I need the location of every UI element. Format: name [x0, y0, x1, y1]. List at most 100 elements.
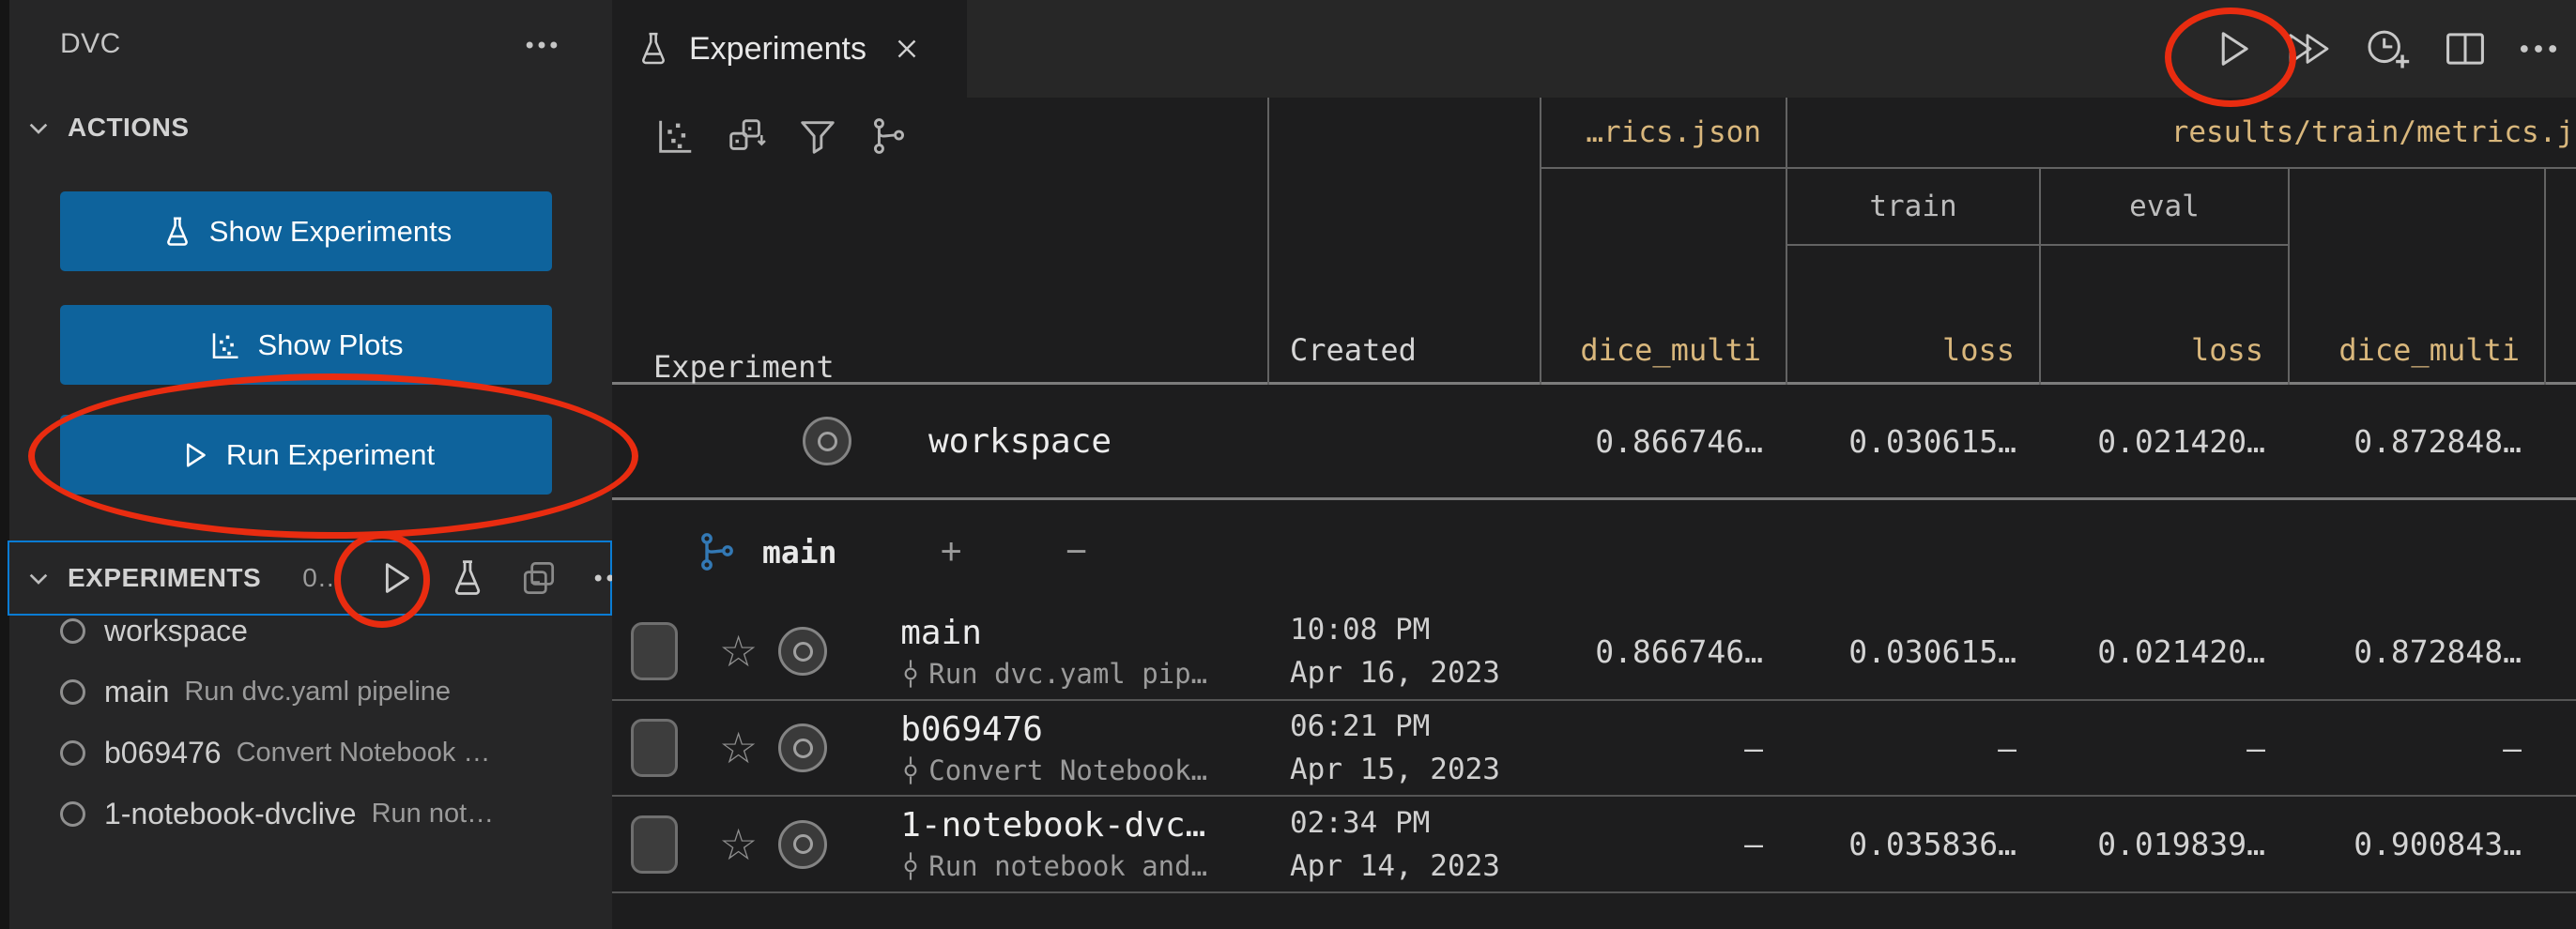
table-row-workspace[interactable]: workspace 0.866746… 0.030615… 0.021420… …: [612, 385, 2576, 497]
column-header-dice-multi-2[interactable]: dice_multi: [2290, 169, 2546, 385]
run-experiment-button[interactable]: Run Experiment: [60, 415, 552, 495]
sidebar-item-name: 1-notebook-dvclive: [104, 797, 357, 831]
sidebar-item-description: Run dvc.yaml pipeline: [184, 677, 451, 708]
beaker-icon: [161, 215, 194, 249]
run-experiment-icon[interactable]: [374, 556, 417, 600]
metric-value: –: [1541, 826, 1787, 862]
metric-value: 0.872848…: [2290, 633, 2546, 670]
metric-value: 0.035836…: [1787, 826, 2041, 862]
beaker-icon[interactable]: [447, 557, 488, 599]
row-checkbox[interactable]: [631, 622, 678, 680]
sidebar-item-b069476[interactable]: b069476 Convert Notebook …: [9, 723, 612, 783]
sidebar-item-description: Run not…: [372, 799, 495, 830]
close-icon[interactable]: [891, 33, 923, 65]
play-icon: [177, 438, 211, 472]
metric-value: 0.030615…: [1787, 633, 2041, 670]
metric-value: 0.866746…: [1541, 423, 1787, 460]
tab-label: Experiments: [689, 31, 866, 68]
metric-value: 0.021420…: [2041, 423, 2290, 460]
commit-message: Run notebook and…: [928, 850, 1207, 882]
add-branch-icon[interactable]: +: [940, 531, 961, 573]
column-group-results-train-metrics[interactable]: results/train/metrics.j: [1787, 98, 2576, 169]
created-time: 02:34 PM: [1290, 806, 1541, 840]
sidebar-item-1-notebook-dvclive[interactable]: 1-notebook-dvclive Run not…: [9, 784, 612, 844]
metric-value: 0.019839…: [2041, 826, 2290, 862]
metric-value: –: [2041, 730, 2290, 767]
metric-value: 0.866746…: [1541, 633, 1787, 670]
filter-icon[interactable]: [796, 114, 839, 162]
select-experiment-icon[interactable]: [778, 723, 827, 772]
star-icon[interactable]: ☆: [719, 726, 758, 769]
sidebar-item-workspace[interactable]: workspace: [9, 601, 612, 661]
show-plots-label: Show Plots: [257, 328, 403, 362]
metric-value: –: [1541, 730, 1787, 767]
run-experiment-icon[interactable]: [2208, 24, 2257, 73]
copy-experiments-icon[interactable]: [518, 557, 560, 599]
select-workspace-icon[interactable]: [803, 417, 851, 465]
column-header-experiment[interactable]: Experiment: [612, 98, 1269, 385]
metric-value: –: [1787, 730, 2041, 767]
dvc-vscode-screen: DVC ACTIONS Show Experiments Show Plots: [0, 0, 2576, 929]
show-experiments-button[interactable]: Show Experiments: [60, 191, 552, 271]
actions-section-header[interactable]: ACTIONS: [9, 101, 612, 154]
select-experiment-icon[interactable]: [778, 820, 827, 869]
column-subgroup-eval[interactable]: eval: [2041, 169, 2290, 246]
remove-branch-icon[interactable]: −: [1066, 531, 1087, 573]
created-date: Apr 16, 2023: [1290, 656, 1541, 690]
circle-outline-icon: [60, 740, 85, 766]
git-commit-icon: [900, 755, 921, 785]
sidebar-item-main[interactable]: main Run dvc.yaml pipeline: [9, 662, 612, 722]
table-row-1-notebook-dvclive[interactable]: ☆ 1-notebook-dvc… Run notebook and… 02:3…: [612, 797, 2576, 893]
experiments-count-badge: 0…: [302, 563, 344, 593]
dvc-sidebar: DVC ACTIONS Show Experiments Show Plots: [9, 0, 612, 929]
chevron-down-icon: [24, 564, 53, 592]
show-plots-button[interactable]: Show Plots: [60, 305, 552, 385]
table-row-main[interactable]: ☆ main Run dvc.yaml pip… 10:08 PM Apr 16…: [612, 603, 2576, 701]
column-header-train-loss[interactable]: loss: [1787, 246, 2041, 385]
queue-history-icon[interactable]: [2362, 24, 2415, 73]
row-checkbox[interactable]: [631, 815, 678, 874]
branch-row-main: main + −: [612, 500, 2576, 603]
split-editor-icon[interactable]: [2441, 24, 2490, 73]
circle-outline-icon: [60, 618, 85, 644]
sidebar-more-actions-icon[interactable]: [521, 24, 562, 70]
show-experiments-label: Show Experiments: [209, 215, 452, 249]
column-header-dice-multi-1[interactable]: dice_multi: [1541, 169, 1787, 385]
column-header-eval-loss[interactable]: loss: [2041, 246, 2290, 385]
created-date: Apr 14, 2023: [1290, 849, 1541, 883]
column-group-metrics-json[interactable]: …rics.json: [1541, 98, 1787, 169]
column-subgroup-train[interactable]: train: [1787, 169, 2041, 246]
branch-name: main: [762, 534, 836, 571]
experiment-name: 1-notebook-dvc…: [900, 806, 1207, 845]
experiments-section-label: EXPERIMENTS: [68, 563, 261, 593]
tab-bar: Experiments: [612, 0, 2576, 98]
editor-area: Experiments: [612, 0, 2576, 929]
table-toolbar: [653, 114, 911, 162]
sidebar-item-name: main: [104, 675, 169, 709]
circle-outline-icon: [60, 679, 85, 705]
created-date: Apr 15, 2023: [1290, 753, 1541, 786]
created-time: 06:21 PM: [1290, 709, 1541, 743]
git-branch-icon[interactable]: [867, 114, 911, 162]
metric-value: 0.872848…: [2290, 423, 2546, 460]
select-experiment-icon[interactable]: [778, 627, 827, 676]
editor-toolbar: [2208, 0, 2561, 98]
experiment-name: b069476: [900, 710, 1207, 749]
star-icon[interactable]: ☆: [719, 630, 758, 673]
row-checkbox[interactable]: [631, 719, 678, 777]
more-actions-icon[interactable]: [2516, 24, 2561, 73]
sidebar-item-name: workspace: [104, 614, 248, 648]
star-icon[interactable]: ☆: [719, 823, 758, 866]
metric-value: –: [2290, 730, 2546, 767]
table-row-b069476[interactable]: ☆ b069476 Convert Notebook… 06:21 PM Apr…: [612, 701, 2576, 797]
metric-value: 0.030615…: [1787, 423, 2041, 460]
tab-experiments[interactable]: Experiments: [612, 0, 967, 98]
sidebar-item-description: Convert Notebook …: [237, 738, 491, 769]
run-experiment-label: Run Experiment: [226, 438, 435, 472]
metric-value: 0.900843…: [2290, 826, 2546, 862]
column-header-created[interactable]: Created: [1269, 98, 1541, 385]
move-columns-icon[interactable]: [725, 114, 768, 162]
plots-icon[interactable]: [653, 114, 697, 162]
experiment-name: main: [900, 614, 1207, 652]
run-all-icon[interactable]: [2283, 24, 2336, 73]
